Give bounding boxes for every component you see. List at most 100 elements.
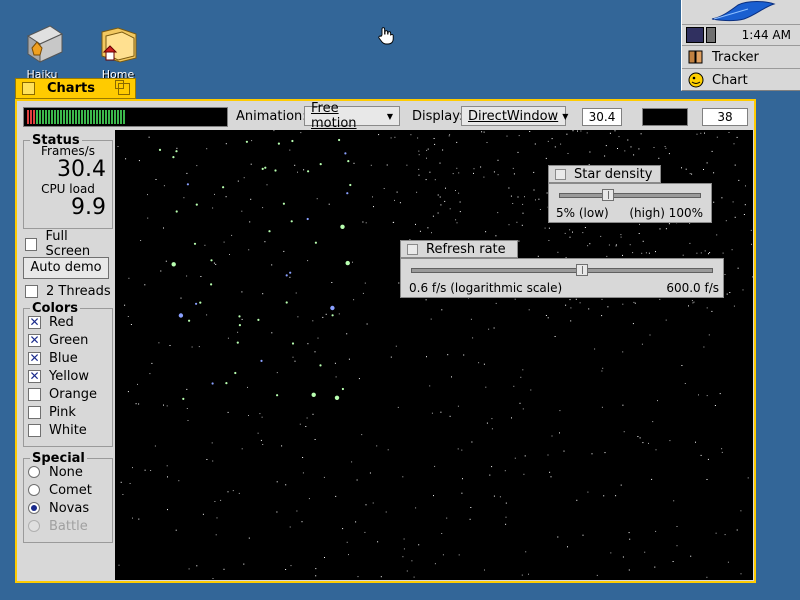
star xyxy=(528,573,529,575)
desktop-icon-home[interactable]: Home xyxy=(88,22,148,81)
star xyxy=(731,249,733,251)
star xyxy=(154,445,156,447)
star xyxy=(457,448,459,450)
star xyxy=(572,231,573,233)
star xyxy=(276,372,278,374)
star xyxy=(127,391,129,393)
star xyxy=(481,131,483,133)
nova-star xyxy=(178,313,184,318)
star xyxy=(417,137,419,139)
nova-star xyxy=(282,202,285,205)
color-checkbox-blue[interactable]: ✕ Blue xyxy=(24,349,112,367)
star xyxy=(584,227,586,228)
star xyxy=(271,332,273,334)
deskbar-logo[interactable] xyxy=(682,0,800,25)
deskbar-app-chart[interactable]: Chart xyxy=(682,69,800,91)
star xyxy=(632,323,634,325)
star xyxy=(587,245,589,247)
checkbox-box: ✕ xyxy=(28,332,41,347)
auto-demo-button[interactable]: Auto demo xyxy=(23,257,109,279)
deskbar-app-label: Chart xyxy=(712,72,748,88)
desktop-icon-haiku[interactable]: Haiku xyxy=(12,22,72,81)
star xyxy=(493,171,495,173)
special-radio-battle: Battle xyxy=(24,517,112,535)
color-checkbox-yellow[interactable]: ✕ Yellow xyxy=(24,367,112,385)
meter-bar xyxy=(99,110,101,124)
star xyxy=(518,240,520,242)
nova-star xyxy=(341,387,344,391)
star xyxy=(396,191,398,193)
star xyxy=(148,136,150,138)
star xyxy=(442,554,444,556)
star xyxy=(227,337,229,339)
deskbar-app-tracker[interactable]: Tracker xyxy=(682,46,800,69)
star xyxy=(229,254,230,255)
color-checkbox-pink[interactable]: Pink xyxy=(24,403,112,421)
cpu-value: 9.9 xyxy=(71,195,106,220)
display-menu[interactable]: DirectWindow ▼ xyxy=(461,106,568,126)
star xyxy=(281,445,283,447)
full-screen-checkbox[interactable]: Full Screen xyxy=(21,229,113,259)
refresh-rate-close-button[interactable] xyxy=(407,243,418,255)
star xyxy=(251,140,253,142)
star xyxy=(135,403,137,405)
nova-star xyxy=(307,170,310,173)
star xyxy=(120,481,122,483)
star xyxy=(589,243,591,245)
star xyxy=(559,432,560,434)
color-checkbox-orange[interactable]: Orange xyxy=(24,385,112,403)
star xyxy=(518,135,520,137)
star xyxy=(713,172,715,174)
star xyxy=(402,476,404,478)
star xyxy=(602,367,604,369)
refresh-rate-title: Refresh rate xyxy=(426,241,506,257)
star xyxy=(427,227,429,229)
animation-menu[interactable]: Free motion ▼ xyxy=(304,101,400,131)
star-density-close-button[interactable] xyxy=(555,168,566,180)
star-density-tab[interactable]: Star density xyxy=(548,165,661,183)
star xyxy=(449,134,451,136)
cpu-monitor-icon[interactable] xyxy=(686,27,704,43)
color-swatch[interactable] xyxy=(642,108,688,126)
meter-bar xyxy=(219,110,221,124)
two-threads-checkbox[interactable]: 2 Threads xyxy=(21,282,111,300)
star xyxy=(539,209,541,210)
refresh-rate-tab[interactable]: Refresh rate xyxy=(400,240,518,258)
window-close-button[interactable] xyxy=(22,82,35,95)
meter-bar xyxy=(108,110,110,124)
color-checkbox-green[interactable]: ✕ Green xyxy=(24,331,112,349)
nova-star xyxy=(260,359,263,362)
nova-star xyxy=(306,217,309,221)
star xyxy=(734,164,736,166)
display-menu-value: DirectWindow xyxy=(468,108,559,124)
color-checkbox-white[interactable]: White xyxy=(24,421,112,439)
star xyxy=(724,534,726,536)
star xyxy=(569,229,571,231)
star xyxy=(449,415,451,417)
meter-bar xyxy=(204,110,206,124)
deskbar-clock[interactable]: 1:44 AM xyxy=(742,28,791,42)
star xyxy=(169,345,171,346)
star-density-body: 5% (low) (high) 100% xyxy=(548,183,712,223)
star xyxy=(533,171,535,173)
star xyxy=(714,405,716,406)
star-density-slider-thumb[interactable] xyxy=(602,189,614,201)
star xyxy=(569,236,571,238)
star xyxy=(521,224,523,226)
color-checkbox-red[interactable]: ✕ Red xyxy=(24,313,112,331)
window-tab[interactable]: Charts xyxy=(15,78,136,99)
star xyxy=(163,404,164,406)
star xyxy=(676,526,678,527)
star xyxy=(672,561,674,562)
star xyxy=(566,133,568,135)
star xyxy=(622,351,624,353)
special-radio-comet[interactable]: Comet xyxy=(24,481,112,499)
star xyxy=(461,449,463,451)
star xyxy=(641,343,643,345)
volume-icon[interactable] xyxy=(706,27,716,43)
special-radio-novas[interactable]: Novas xyxy=(24,499,112,517)
star xyxy=(191,346,193,348)
nova-star xyxy=(346,192,349,195)
window-zoom-button[interactable] xyxy=(115,79,130,95)
refresh-rate-slider-thumb[interactable] xyxy=(576,264,588,276)
